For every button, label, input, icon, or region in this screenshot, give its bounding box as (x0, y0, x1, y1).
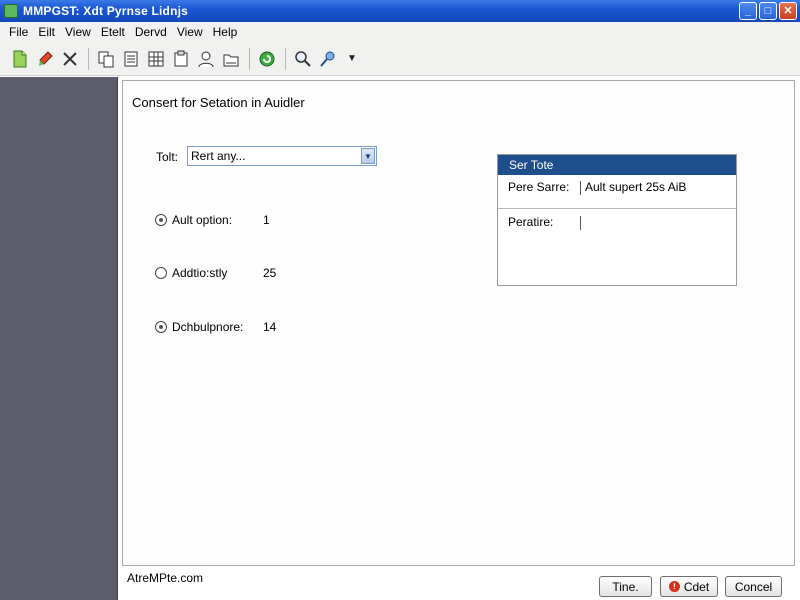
option-row[interactable]: Addtio:stly (155, 266, 227, 280)
copy-icon[interactable] (94, 47, 118, 71)
option-value: 14 (263, 320, 277, 334)
chevron-down-icon[interactable]: ▼ (361, 148, 375, 164)
page-heading: Consert for Setation in Auidler (132, 95, 305, 110)
option-label: Dchbulpnore: (172, 320, 244, 334)
cut-icon[interactable] (58, 47, 82, 71)
toolbar-separator (88, 47, 89, 70)
close-button[interactable]: ✕ (779, 2, 797, 20)
option-value: 25 (263, 266, 277, 280)
maximize-button[interactable]: □ (759, 2, 777, 20)
toolbar: ▼ (0, 42, 800, 76)
settings-divider (580, 181, 581, 195)
toolbar-separator (249, 47, 250, 70)
settings-value: Ault supert 25s AiB (585, 180, 687, 194)
option-label: Addtio:stly (172, 266, 228, 280)
window-title: MMPGST: Xdt Pyrnse Lidnjs (23, 4, 189, 18)
cancel-button[interactable]: Concel (725, 576, 782, 597)
settings-separator (498, 208, 736, 209)
minimize-button[interactable]: _ (739, 2, 757, 20)
option-row[interactable]: Ault option: (155, 213, 232, 227)
radio-button[interactable] (155, 321, 167, 333)
field-select-value: Rert any... (191, 149, 246, 163)
grid-icon[interactable] (144, 47, 168, 71)
refresh-icon[interactable] (255, 47, 279, 71)
user-icon[interactable] (194, 47, 218, 71)
settings-label: Peratire: (508, 215, 554, 229)
menu-help[interactable]: Help (208, 25, 243, 39)
dropdown-icon[interactable]: ▼ (347, 53, 357, 64)
sidebar (0, 77, 118, 600)
link-icon[interactable] (316, 47, 340, 71)
main-panel: Consert for Setation in Auidler Tolt: Re… (122, 80, 795, 566)
radio-button[interactable] (155, 214, 167, 226)
radio-button[interactable] (155, 267, 167, 279)
search-icon[interactable] (291, 47, 315, 71)
field-select[interactable]: Rert any... ▼ (187, 146, 377, 166)
error-icon: ! (668, 581, 680, 592)
brush-icon[interactable] (33, 47, 57, 71)
menu-edit[interactable]: Eilt (33, 25, 60, 39)
option-value: 1 (263, 213, 270, 227)
eject-button-label: Cdet (683, 579, 710, 594)
menu-etelt[interactable]: Etelt (96, 25, 130, 39)
clipboard-icon[interactable] (169, 47, 193, 71)
option-row[interactable]: Dchbulpnore: (155, 320, 243, 334)
title-bar: MMPGST: Xdt Pyrnse Lidnjs _ □ ✕ (0, 0, 800, 22)
app-icon (4, 4, 18, 18)
toolbar-separator (285, 47, 286, 70)
eject-button[interactable]: ! Cdet (660, 576, 718, 597)
time-button[interactable]: Tine. (599, 576, 652, 597)
menu-dervd[interactable]: Dervd (130, 25, 172, 39)
option-label: Ault option: (172, 213, 233, 227)
new-file-icon[interactable] (8, 47, 32, 71)
field-label: Tolt: (156, 150, 179, 164)
document-icon[interactable] (119, 47, 143, 71)
settings-label: Pere Sarre: (508, 180, 570, 194)
settings-box-title: Ser Tote (498, 155, 736, 175)
menu-file[interactable]: File (4, 25, 33, 39)
folder-icon[interactable] (219, 47, 243, 71)
menu-bar: File Eilt View Etelt Dervd View Help (0, 22, 800, 42)
window-controls: _ □ ✕ (739, 2, 797, 20)
menu-view[interactable]: View (60, 25, 96, 39)
menu-view-2[interactable]: View (172, 25, 208, 39)
settings-box: Ser Tote Pere Sarre: Ault supert 25s AiB… (497, 154, 737, 286)
settings-input-cursor[interactable] (580, 216, 581, 230)
footer-link[interactable]: AtreMPte.com (127, 571, 203, 585)
